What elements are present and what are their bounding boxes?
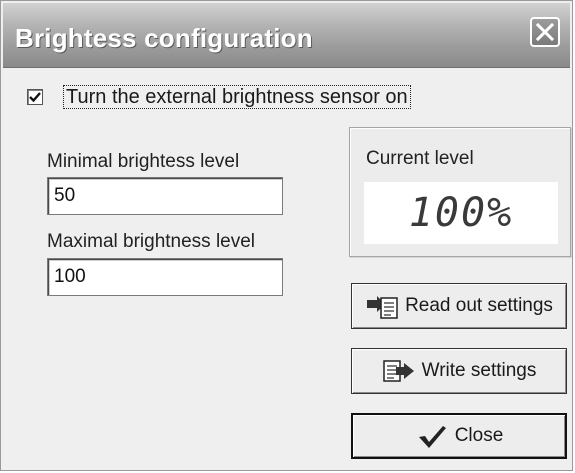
read-out-icon xyxy=(365,292,399,320)
current-level-label: Current level xyxy=(366,148,474,169)
current-level-panel: Current level 100% xyxy=(349,127,571,257)
write-icon xyxy=(382,357,416,385)
current-level-value: 100% xyxy=(408,190,514,236)
write-settings-button[interactable]: Write settings xyxy=(351,348,567,394)
title-bar: Brightess configuration xyxy=(3,3,570,68)
sensor-checkbox-label[interactable]: Turn the external brightness sensor on xyxy=(63,85,411,109)
minimal-level-input[interactable] xyxy=(47,177,283,215)
read-out-settings-label: Read out settings xyxy=(405,295,553,316)
close-button-label: Close xyxy=(454,425,504,446)
checkmark-icon xyxy=(29,92,41,103)
read-out-settings-button[interactable]: Read out settings xyxy=(351,283,567,329)
checkmark-icon xyxy=(415,422,449,450)
brightness-config-window: Brightess configuration Turn the externa… xyxy=(0,0,573,471)
sensor-checkbox[interactable] xyxy=(27,89,43,105)
close-x-icon[interactable] xyxy=(530,17,560,47)
minimal-level-label: Minimal brightess level xyxy=(47,151,240,172)
maximal-level-label: Maximal brightness level xyxy=(47,231,256,252)
close-button[interactable]: Close xyxy=(351,413,567,459)
write-settings-label: Write settings xyxy=(421,360,537,381)
window-title: Brightess configuration xyxy=(15,23,313,53)
maximal-level-input[interactable] xyxy=(47,258,283,296)
current-level-display: 100% xyxy=(364,182,558,244)
